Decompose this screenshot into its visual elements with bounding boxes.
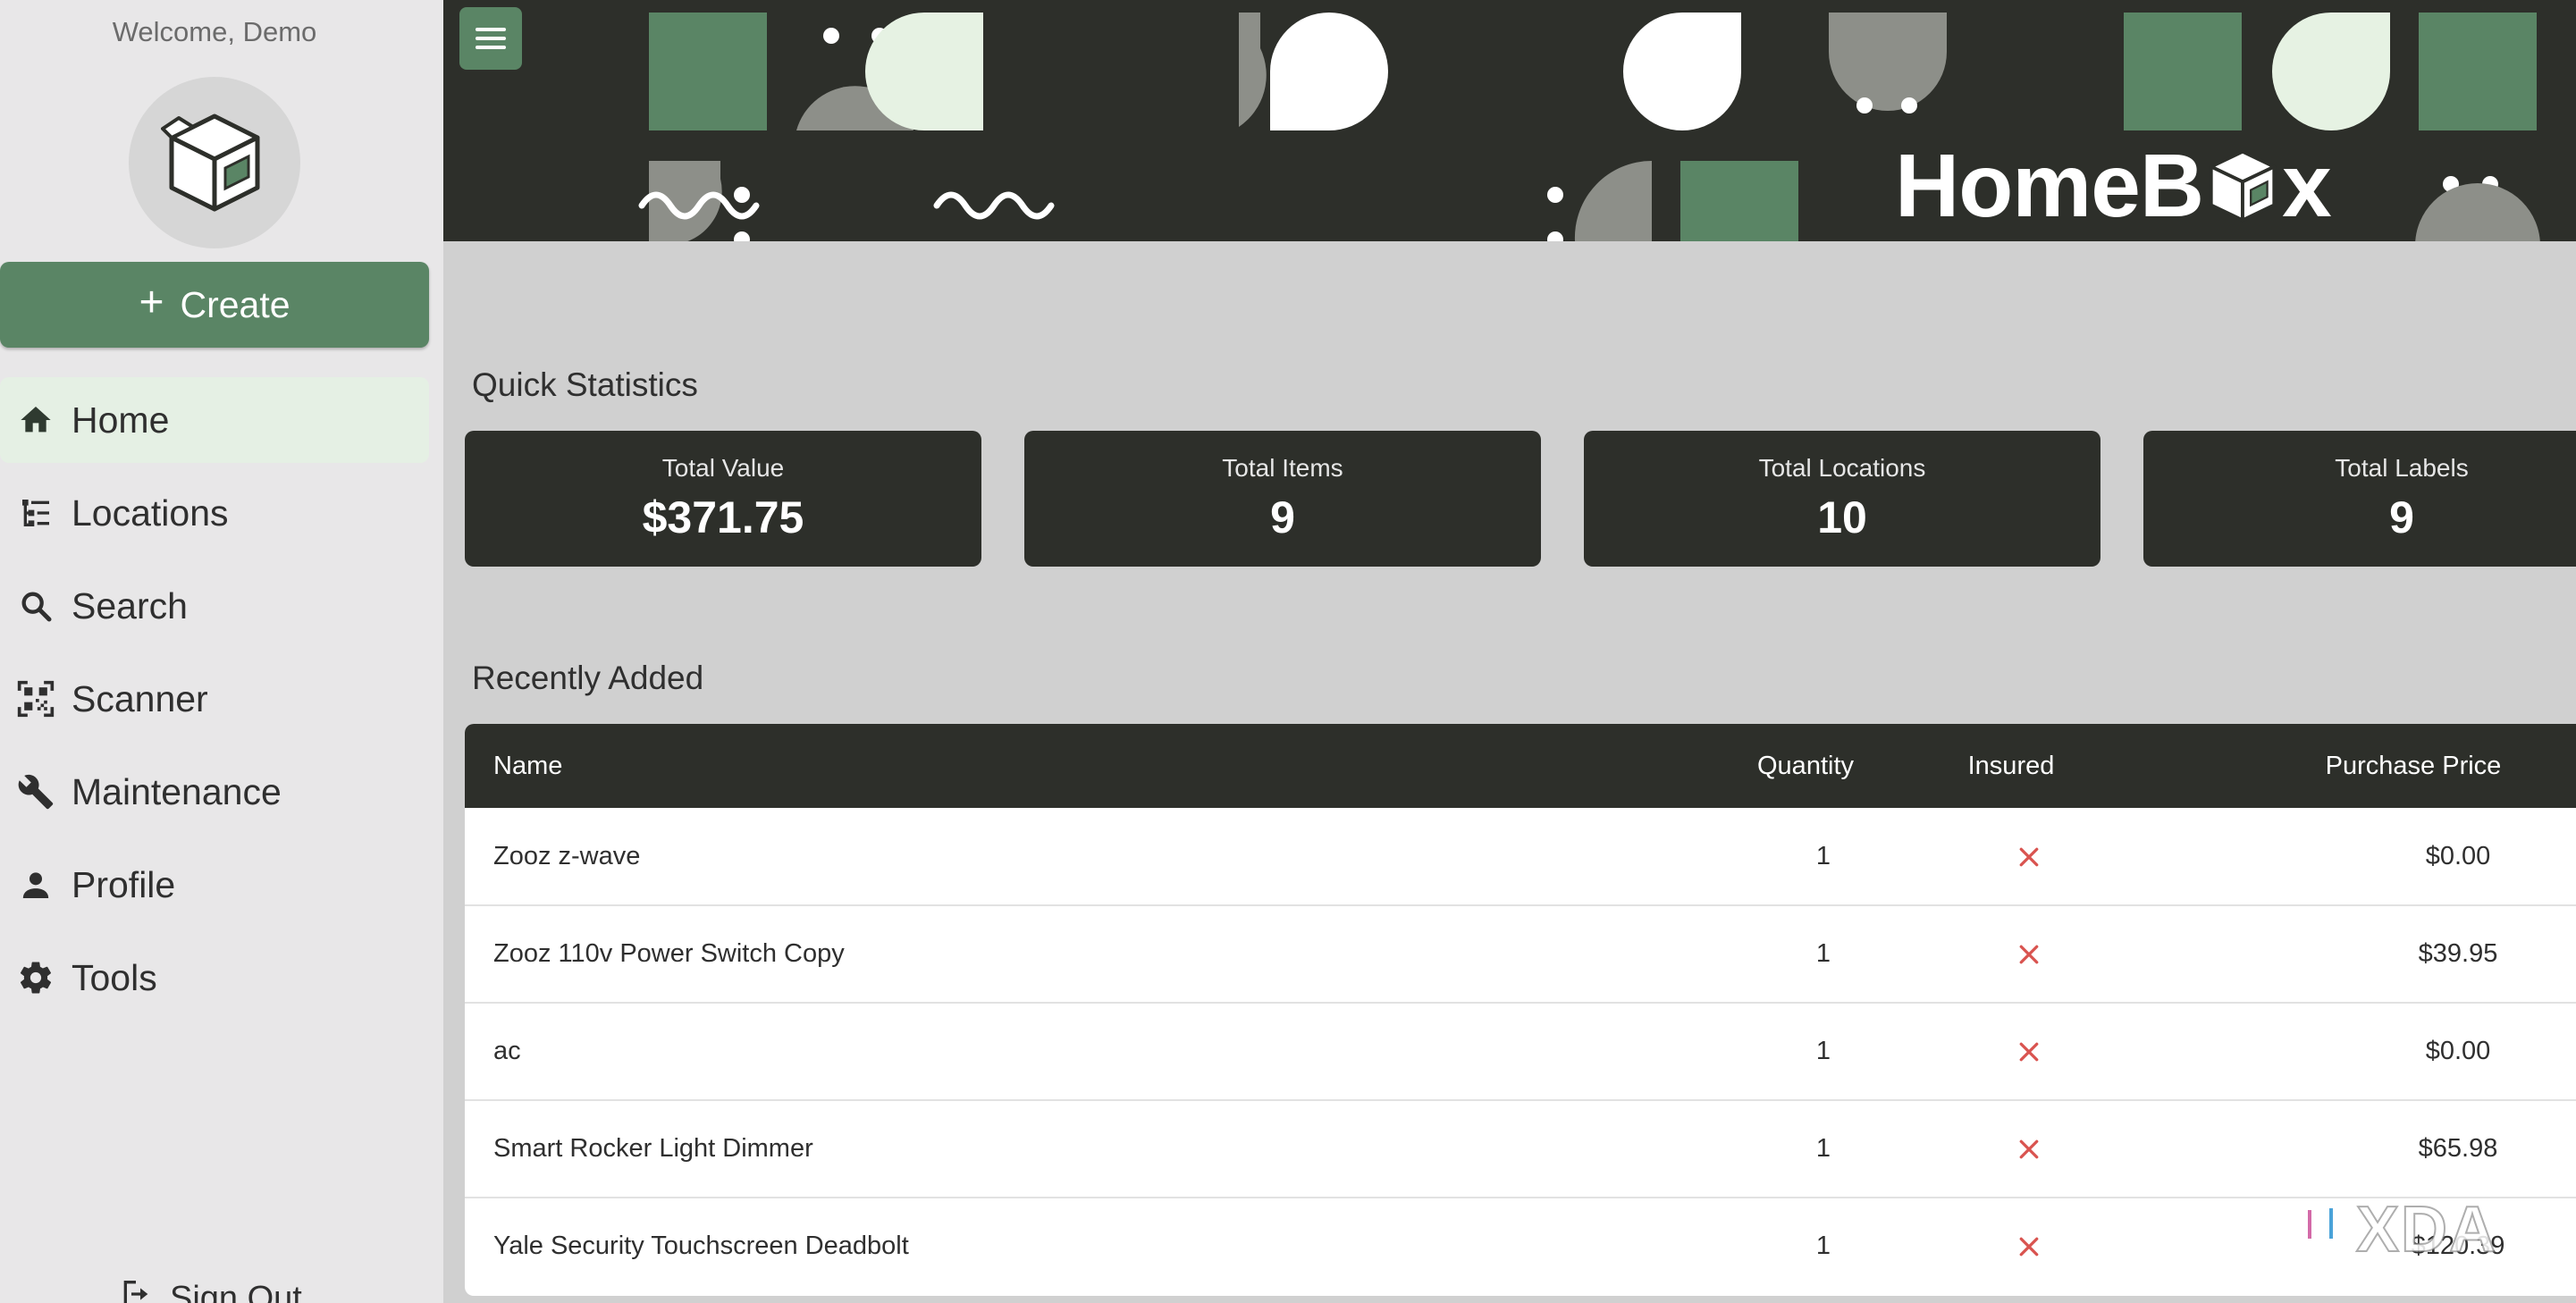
stat-label: Total Value [661, 454, 785, 482]
stat-value: 10 [1817, 492, 1867, 542]
stat-value: $371.75 [642, 492, 804, 542]
wrench-icon [16, 772, 55, 811]
table-row[interactable]: Smart Rocker Light Dimmer 1 $65.98 [465, 1100, 2576, 1198]
table-row[interactable]: ac 1 $0.00 [465, 1003, 2576, 1101]
not-insured-icon [1895, 905, 2163, 1002]
search-icon [16, 586, 55, 626]
recently-added-title: Recently Added [472, 660, 704, 696]
sidebar-item-maintenance[interactable]: Maintenance [0, 749, 429, 835]
watermark-text: XDA [2355, 1193, 2498, 1266]
column-header-insured[interactable]: Insured [1877, 724, 2145, 808]
item-name[interactable]: Zooz 110v Power Switch Copy [493, 905, 845, 1002]
sign-out-button[interactable]: Sign Out [118, 1276, 302, 1303]
stat-card-total-items: Total Items 9 [1024, 431, 1541, 567]
sign-out-icon [118, 1276, 154, 1303]
item-quantity: 1 [1815, 842, 1831, 870]
avatar[interactable] [129, 77, 300, 248]
plus-icon: + [139, 279, 164, 326]
sidebar-item-label: Locations [72, 492, 229, 534]
sidebar-item-locations[interactable]: Locations [0, 470, 429, 556]
recent-items-table: Name Quantity Insured Purchase Price Zoo… [465, 724, 2576, 1296]
create-button[interactable]: + Create [0, 262, 429, 348]
stat-value: 9 [2389, 492, 2414, 542]
brand-logo: HomeB x [1895, 136, 2332, 236]
sign-out-label: Sign Out [170, 1279, 302, 1303]
column-header-purchase-price[interactable]: Purchase Price [2279, 724, 2547, 808]
brand-text-end: x [2282, 136, 2332, 236]
create-button-label: Create [180, 283, 290, 325]
item-price: $39.95 [2418, 939, 2498, 968]
item-price: $0.00 [2425, 1037, 2491, 1065]
sidebar-item-home[interactable]: Home [0, 377, 429, 463]
stat-value: 9 [1270, 492, 1295, 542]
sidebar-item-label: Profile [72, 863, 176, 905]
menu-toggle-button[interactable] [459, 7, 522, 70]
gear-icon [16, 958, 55, 997]
sidebar-item-scanner[interactable]: Scanner [0, 656, 429, 742]
item-price: $0.00 [2425, 842, 2491, 870]
sidebar-item-profile[interactable]: Profile [0, 842, 429, 928]
item-quantity: 1 [1815, 1134, 1831, 1163]
item-name[interactable]: Yale Security Touchscreen Deadbolt [493, 1198, 909, 1294]
item-quantity: 1 [1815, 939, 1831, 968]
box-logo-icon [2209, 149, 2277, 223]
brand-text-start: HomeB [1895, 136, 2204, 236]
tree-icon [16, 493, 55, 533]
quick-statistics-title: Quick Statistics [472, 366, 698, 403]
stat-label: Total Locations [1758, 454, 1926, 482]
stat-card-total-value: Total Value $371.75 [465, 431, 981, 567]
sidebar-item-label: Search [72, 584, 188, 626]
table-row[interactable]: Yale Security Touchscreen Deadbolt 1 $12… [465, 1198, 2576, 1294]
welcome-text: Welcome, Demo [112, 16, 317, 47]
column-header-name[interactable]: Name [493, 724, 562, 808]
stat-label: Total Items [1222, 454, 1343, 482]
xda-logo-icon [2301, 1199, 2342, 1260]
hamburger-icon [476, 28, 506, 49]
box-logo-icon [161, 113, 260, 212]
sidebar-item-search[interactable]: Search [0, 563, 429, 649]
item-quantity: 1 [1815, 1232, 1831, 1260]
table-row[interactable]: Zooz 110v Power Switch Copy 1 $39.95 [465, 905, 2576, 1004]
not-insured-icon [1895, 1198, 2163, 1294]
item-name[interactable]: Smart Rocker Light Dimmer [493, 1100, 813, 1197]
item-price: $65.98 [2418, 1134, 2498, 1163]
user-icon [16, 865, 55, 904]
sidebar: Welcome, Demo + Create Home Locations Se… [0, 0, 443, 1303]
stat-card-total-locations: Total Locations 10 [1584, 431, 2100, 567]
stat-card-total-labels: Total Labels 9 [2143, 431, 2576, 567]
sidebar-item-label: Maintenance [72, 770, 282, 812]
item-name[interactable]: Zooz z-wave [493, 808, 640, 904]
table-row[interactable]: Zooz z-wave 1 $0.00 [465, 808, 2576, 906]
not-insured-icon [1895, 808, 2163, 904]
sidebar-item-tools[interactable]: Tools [0, 935, 429, 1021]
item-name[interactable]: ac [493, 1003, 521, 1099]
not-insured-icon [1895, 1003, 2163, 1099]
not-insured-icon [1895, 1100, 2163, 1197]
home-icon [16, 400, 55, 440]
sidebar-item-label: Scanner [72, 677, 208, 719]
xda-watermark: XDA [2299, 1193, 2549, 1266]
table-header: Name Quantity Insured Purchase Price [465, 724, 2576, 808]
sidebar-item-label: Tools [72, 956, 157, 998]
sidebar-item-label: Home [72, 399, 170, 441]
header-banner: HomeB x [443, 0, 2576, 241]
qr-code-icon [16, 679, 55, 719]
item-quantity: 1 [1815, 1037, 1831, 1065]
stat-label: Total Labels [2335, 454, 2469, 482]
